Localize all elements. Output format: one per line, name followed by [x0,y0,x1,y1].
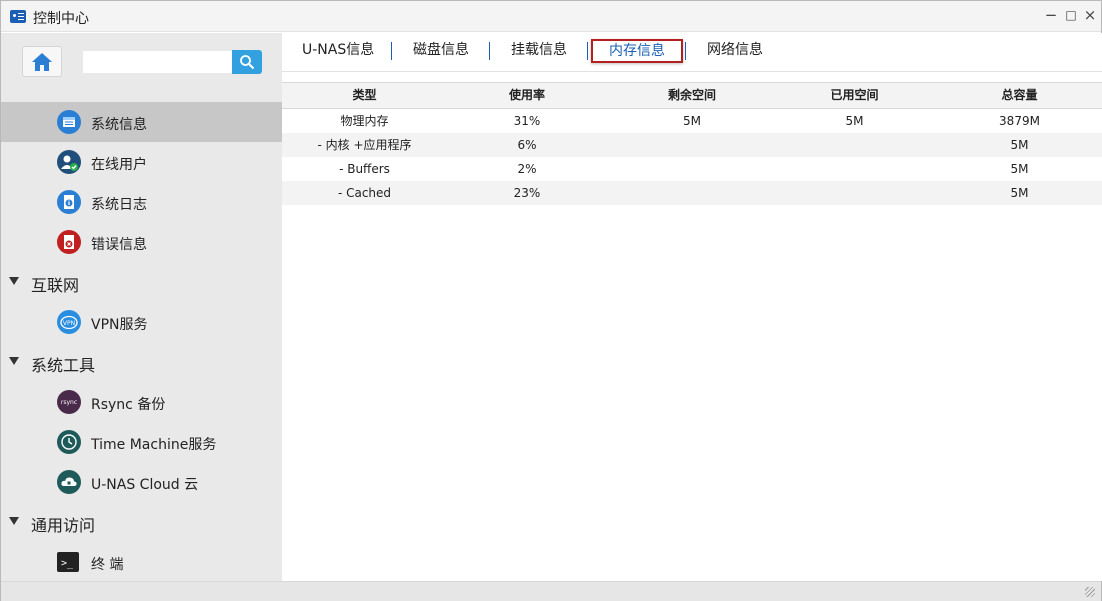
window-title: 控制中心 [33,11,89,27]
system-log-icon [57,190,81,214]
sidebar-item-cloud[interactable]: U-NAS Cloud 云 [1,462,282,502]
collapse-triangle-icon [9,277,19,285]
cell-used: 5M [845,114,864,128]
cloud-icon [57,470,81,494]
cell-total: 5M [1010,138,1029,152]
cell-usage: 2% [517,162,537,176]
cell-type: - 内核 +应用程序 [317,138,412,152]
column-header-usage[interactable]: 使用率 [447,83,607,108]
group-system-tools[interactable]: 系统工具 [1,342,282,382]
vpn-icon: VPN [57,310,81,334]
group-label: 通用访问 [31,516,96,535]
cell-total: 5M [1010,186,1029,200]
sidebar-item-label: Time Machine服务 [91,437,217,453]
title-bar: 控制中心 − □ × [1,1,1101,32]
rsync-icon: rsync [57,390,81,414]
search-input[interactable] [83,51,232,73]
rsync-badge-text: rsync [61,399,77,406]
cell-free [607,157,777,181]
cell-total: 5M [1010,162,1029,176]
cell-usage: 6% [517,138,537,152]
sidebar: 系统信息 在线用户 系统日志 错误信息 互联网 VPN VPN服务 系统工具 r… [1,33,282,581]
search-icon [240,55,255,70]
sidebar-item-system-log[interactable]: 系统日志 [1,182,282,222]
group-label: 互联网 [31,276,80,295]
cell-usage: 31% [513,114,541,128]
group-internet[interactable]: 互联网 [1,262,282,302]
collapse-triangle-icon [9,517,19,525]
sidebar-item-system-info[interactable]: 系统信息 [1,102,282,142]
column-header-type[interactable]: 类型 [282,83,447,108]
cell-type: - Buffers [339,162,390,176]
tab-memory-info[interactable]: 内存信息 [591,39,683,63]
sidebar-item-label: 终 端 [91,557,124,573]
sidebar-item-rsync[interactable]: rsync Rsync 备份 [1,382,282,422]
tab-disk-info[interactable]: 磁盘信息 [413,41,469,65]
minimize-button[interactable]: − [1042,6,1060,24]
tab-unas-info[interactable]: U-NAS信息 [302,41,374,65]
maximize-button[interactable]: □ [1062,6,1080,24]
system-info-icon [57,110,81,134]
home-icon [32,53,52,71]
control-center-window: 控制中心 − □ × 系统信息 在线用户 系统日志 错误信息 互联网 VPN V… [0,0,1102,601]
sidebar-item-label: 系统信息 [91,117,147,133]
control-center-icon [10,10,26,23]
sidebar-item-label: 在线用户 [91,157,147,173]
tab-separator [489,42,490,60]
tab-separator [685,42,686,60]
sidebar-item-error-info[interactable]: 错误信息 [1,222,282,262]
sidebar-item-label: Rsync 备份 [91,397,166,413]
sidebar-item-label: 系统日志 [91,197,147,213]
cell-total: 3879M [999,114,1040,128]
cell-free: 5M [683,114,701,128]
time-machine-icon [57,430,81,454]
table-header: 类型 使用率 剩余空间 已用空间 总容量 [282,82,1102,109]
table-row[interactable]: 物理内存 31% 5M 5M 3879M [282,109,1102,133]
close-button[interactable]: × [1081,6,1099,24]
terminal-glyph: >_ [61,558,74,569]
sidebar-item-label: 错误信息 [91,237,147,253]
cell-used [777,181,932,205]
group-label: 系统工具 [31,356,96,375]
sidebar-item-time-machine[interactable]: Time Machine服务 [1,422,282,462]
sidebar-item-terminal[interactable]: >_ 终 端 [1,542,282,581]
column-header-total[interactable]: 总容量 [932,83,1102,108]
status-bar [1,581,1101,601]
cell-used [777,133,932,157]
search-button[interactable] [232,50,262,74]
svg-text:VPN: VPN [63,320,75,327]
resize-grip-icon[interactable] [1085,587,1095,597]
tab-separator [587,42,588,60]
table-row[interactable]: - Cached 23% 5M [282,181,1102,205]
error-info-icon [57,230,81,254]
online-user-icon [57,150,81,174]
terminal-icon: >_ [57,552,79,572]
tab-mount-info[interactable]: 挂载信息 [511,41,567,65]
column-header-used[interactable]: 已用空间 [777,83,932,108]
cell-type: - Cached [337,186,392,200]
group-general-access[interactable]: 通用访问 [1,502,282,542]
cell-free [607,133,777,157]
column-header-free[interactable]: 剩余空间 [607,83,777,108]
cell-usage: 23% [513,186,541,200]
collapse-triangle-icon [9,357,19,365]
sidebar-item-label: U-NAS Cloud 云 [91,477,199,493]
sidebar-item-online-users[interactable]: 在线用户 [1,142,282,182]
tab-network-info[interactable]: 网络信息 [707,41,763,65]
tab-separator [391,42,392,60]
tab-bar: U-NAS信息 磁盘信息 挂载信息 内存信息 网络信息 [282,33,1102,72]
sidebar-item-vpn[interactable]: VPN VPN服务 [1,302,282,342]
table-row[interactable]: - Buffers 2% 5M [282,157,1102,181]
cell-free [607,181,777,205]
main-panel: U-NAS信息 磁盘信息 挂载信息 内存信息 网络信息 类型 使用率 剩余空间 … [282,33,1102,581]
table-row[interactable]: - 内核 +应用程序 6% 5M [282,133,1102,157]
sidebar-item-label: VPN服务 [91,317,148,333]
cell-type: 物理内存 [340,114,389,128]
home-button[interactable] [22,46,62,77]
cell-used [777,157,932,181]
